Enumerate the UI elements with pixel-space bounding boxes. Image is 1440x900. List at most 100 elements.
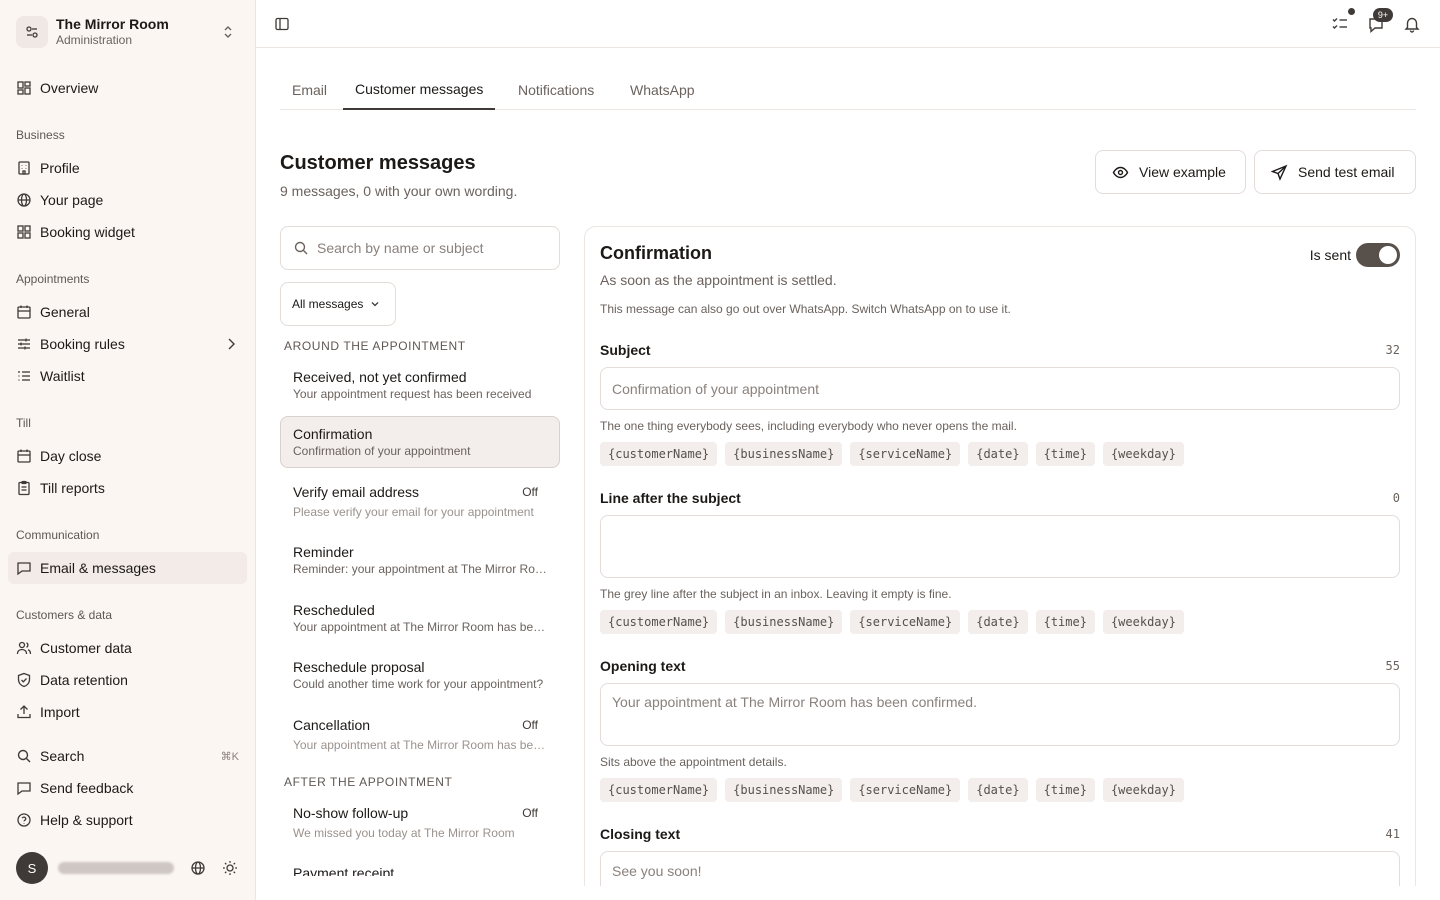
variable-chip[interactable]: {date} [968, 610, 1028, 634]
variable-chip[interactable]: {time} [1035, 610, 1095, 634]
grid-icon [16, 224, 32, 240]
message-item[interactable]: Rescheduled Your appointment at The Mirr… [280, 593, 560, 645]
message-item[interactable]: Payment receipt [280, 856, 560, 876]
subject-input[interactable]: Confirmation of your appointment [600, 367, 1400, 410]
variable-chip[interactable]: {weekday} [1102, 778, 1184, 802]
message-editor-subtitle: As soon as the appointment is settled. [600, 272, 837, 288]
opening-text-textarea[interactable]: Your appointment at The Mirror Room has … [600, 683, 1400, 746]
off-badge: Off [522, 806, 538, 820]
variable-chip[interactable]: {time} [1035, 442, 1095, 466]
closing-text-placeholder: See you soon! [612, 863, 702, 879]
variable-chip[interactable]: {time} [1035, 778, 1095, 802]
message-item[interactable]: No-show follow-up We missed you today at… [280, 796, 560, 848]
message-item[interactable]: Reminder Reminder: your appointment at T… [280, 535, 560, 587]
tab-notifications[interactable]: Notifications [506, 70, 606, 110]
sidebar-item-label: Data retention [40, 672, 128, 688]
message-title: Confirmation [293, 426, 373, 442]
variable-chip[interactable]: {serviceName} [850, 778, 961, 802]
variable-chip[interactable]: {businessName} [725, 610, 843, 634]
tab-email[interactable]: Email [280, 70, 339, 110]
sidebar-item-customer-data[interactable]: Customer data [8, 632, 247, 664]
closing-text-char-count: 41 [1385, 827, 1400, 841]
sidebar-item-label: Email & messages [40, 560, 156, 576]
preheader-label: Line after the subject [600, 490, 741, 506]
building-icon [16, 160, 32, 176]
view-example-button[interactable]: View example [1095, 150, 1246, 194]
sidebar-item-day-close[interactable]: Day close [8, 440, 247, 472]
sun-icon[interactable] [222, 860, 238, 876]
variable-chip[interactable]: {serviceName} [850, 442, 961, 466]
variable-chip[interactable]: {businessName} [725, 442, 843, 466]
sidebar-item-search[interactable]: Search ⌘K [8, 740, 247, 772]
message-item[interactable]: Reschedule proposal Could another time w… [280, 650, 560, 702]
sidebar-item-data-retention[interactable]: Data retention [8, 664, 247, 696]
message-subject: Your appointment at The Mirror Room has … [293, 620, 547, 634]
message-item[interactable]: Received, not yet confirmed Your appoint… [280, 360, 560, 412]
page-subtitle: 9 messages, 0 with your own wording. [280, 183, 518, 199]
workspace-subtitle: Administration [56, 33, 133, 47]
variable-chip[interactable]: {customerName} [600, 778, 718, 802]
sliders-icon [16, 336, 32, 352]
variable-chip[interactable]: {date} [968, 778, 1028, 802]
tab-whatsapp[interactable]: WhatsApp [618, 70, 707, 110]
preheader-help: The grey line after the subject in an in… [600, 587, 952, 601]
sidebar-item-general[interactable]: General [8, 296, 247, 328]
message-item[interactable]: Cancellation Your appointment at The Mir… [280, 708, 560, 760]
opening-text-char-count: 55 [1385, 659, 1400, 673]
tab-customer-messages[interactable]: Customer messages [343, 70, 496, 110]
message-title: Payment receipt [293, 865, 395, 876]
sidebar-item-label: Booking widget [40, 224, 135, 240]
sidebar-item-waitlist[interactable]: Waitlist [8, 360, 247, 392]
sidebar-item-booking-rules[interactable]: Booking rules [8, 328, 247, 360]
message-title: Reminder [293, 544, 354, 560]
message-editor-card: Confirmation As soon as the appointment … [584, 226, 1416, 886]
toggle-knob [1379, 246, 1397, 264]
sidebar-item-send-feedback[interactable]: Send feedback [8, 772, 247, 804]
message-search[interactable] [280, 226, 560, 270]
preheader-textarea[interactable] [600, 515, 1400, 578]
closing-text-label: Closing text [600, 826, 681, 842]
subject-variable-chips: {customerName} {businessName} {serviceNa… [600, 442, 1192, 466]
send-test-email-button[interactable]: Send test email [1254, 150, 1416, 194]
variable-chip[interactable]: {weekday} [1102, 610, 1184, 634]
search-icon [294, 241, 308, 255]
search-input[interactable] [317, 240, 537, 256]
variable-chip[interactable]: {serviceName} [850, 610, 961, 634]
opening-text-placeholder: Your appointment at The Mirror Room has … [612, 694, 977, 710]
sidebar-item-label: Import [40, 704, 80, 720]
settings-tabs: Email Customer messages Notifications Wh… [280, 70, 1416, 110]
globe-icon[interactable] [190, 860, 206, 876]
variable-chip[interactable]: {customerName} [600, 610, 718, 634]
user-menu[interactable]: S [16, 852, 246, 884]
variable-chip[interactable]: {weekday} [1102, 442, 1184, 466]
message-title: Reschedule proposal [293, 659, 425, 675]
tasks-icon[interactable] [1330, 14, 1350, 34]
workspace-name: The Mirror Room [56, 16, 169, 32]
sidebar-item-email-messages[interactable]: Email & messages [8, 552, 247, 584]
message-subject: Please verify your email for your appoin… [293, 505, 534, 519]
message-filter-select[interactable]: All messages [280, 282, 396, 326]
send-icon [1271, 164, 1288, 181]
closing-text-textarea[interactable]: See you soon! [600, 851, 1400, 886]
section-customers: Customers & data [16, 608, 113, 622]
messages-count-badge: 9+ [1373, 8, 1393, 22]
top-bar: 9+ [256, 0, 1440, 48]
message-item-selected[interactable]: Confirmation Confirmation of your appoin… [280, 416, 560, 468]
sidebar-toggle-icon[interactable] [272, 14, 292, 34]
message-item[interactable]: Verify email address Please verify your … [280, 475, 560, 527]
tasks-indicator-dot [1347, 7, 1356, 16]
sidebar-item-import[interactable]: Import [8, 696, 247, 728]
sidebar-item-booking-widget[interactable]: Booking widget [8, 216, 247, 248]
sidebar-item-till-reports[interactable]: Till reports [8, 472, 247, 504]
variable-chip[interactable]: {date} [968, 442, 1028, 466]
variable-chip[interactable]: {businessName} [725, 778, 843, 802]
opening-text-variable-chips: {customerName} {businessName} {serviceNa… [600, 778, 1192, 802]
variable-chip[interactable]: {customerName} [600, 442, 718, 466]
is-sent-toggle[interactable] [1356, 243, 1400, 267]
sidebar-item-profile[interactable]: Profile [8, 152, 247, 184]
bell-icon[interactable] [1402, 14, 1422, 34]
sidebar-item-your-page[interactable]: Your page [8, 184, 247, 216]
sidebar-item-help-support[interactable]: Help & support [8, 804, 247, 836]
workspace-switcher[interactable]: The Mirror Room Administration [16, 14, 242, 50]
sidebar-item-overview[interactable]: Overview [8, 72, 247, 104]
